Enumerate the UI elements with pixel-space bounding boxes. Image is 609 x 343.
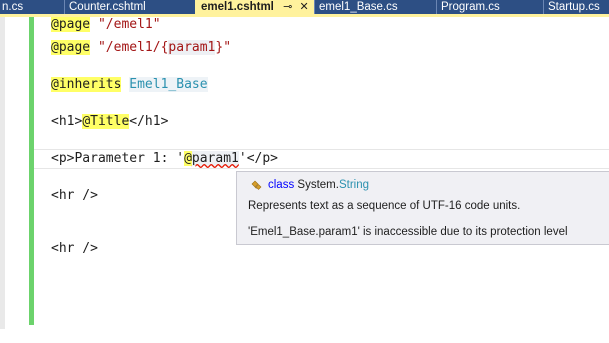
h1-open-tag: <h1> <box>51 114 83 129</box>
code-line-13[interactable]: <hr /> <box>51 239 98 259</box>
tab-n-cs[interactable]: n.cs <box>0 0 64 14</box>
pin-icon[interactable]: ⊸ <box>283 1 292 13</box>
close-icon[interactable]: ✕ <box>300 1 309 13</box>
tab-counter-cshtml[interactable]: Counter.cshtml <box>64 0 195 14</box>
tab-label: Program.cs <box>441 1 500 13</box>
base-class-name: Emel1_Base <box>129 77 208 92</box>
editor-gutter <box>0 17 5 329</box>
tab-label: Counter.cshtml <box>69 1 146 13</box>
keyword-class: class <box>268 179 295 191</box>
hr-tag: <hr /> <box>51 188 98 203</box>
route-string: "/emel1" <box>97 17 161 32</box>
tab-emel1-cshtml[interactable]: emel1.cshtml ⊸ ✕ <box>195 0 314 14</box>
p-close-tag: </p> <box>246 151 278 166</box>
tab-label: emel1_Base.cs <box>319 1 398 13</box>
type-namespace: System. <box>297 179 339 191</box>
tab-label: Startup.cs <box>548 1 600 13</box>
route-parameter: param1 <box>168 40 216 55</box>
type-name: String <box>338 179 369 191</box>
hr-tag: <hr /> <box>51 241 98 256</box>
quick-info-tooltip: class System.String Represents text as a… <box>236 171 609 245</box>
tab-emel1-base-cs[interactable]: emel1_Base.cs <box>314 0 436 14</box>
paragraph-text: Parameter 1: ' <box>74 151 185 166</box>
change-tracking-bar <box>29 17 34 325</box>
razor-page-directive: @page <box>51 17 91 32</box>
code-line-10[interactable]: <hr /> <box>51 186 98 206</box>
code-line-2[interactable]: @page "/emel1/{param1}" <box>51 38 231 58</box>
code-line-8[interactable]: <p>Parameter 1: '@param1'</p> <box>51 149 278 169</box>
razor-inherits-directive: @inherits <box>51 77 122 92</box>
h1-close-tag: </h1> <box>129 114 169 129</box>
code-line-4[interactable]: @inherits Emel1_Base <box>51 75 208 95</box>
code-line-1[interactable]: @page "/emel1" <box>51 15 161 35</box>
type-description: Represents text as a sequence of UTF-16 … <box>248 200 521 212</box>
razor-at-symbol: @ <box>184 151 192 166</box>
p-open-tag: <p> <box>51 151 75 166</box>
route-string: "/emel1/{ <box>97 40 169 55</box>
tab-label: n.cs <box>2 1 24 13</box>
code-line-6[interactable]: <h1>@Title</h1> <box>51 112 168 132</box>
class-icon <box>251 180 262 190</box>
tab-program-cs[interactable]: Program.cs <box>436 0 543 14</box>
error-message: 'Emel1_Base.param1' is inaccessible due … <box>248 226 568 238</box>
razor-page-directive: @page <box>51 40 91 55</box>
param1-reference[interactable]: param1 <box>191 151 239 166</box>
tab-startup-cs[interactable]: Startup.cs <box>543 0 609 14</box>
paragraph-quote: ' <box>238 151 247 166</box>
razor-title-expression: @Title <box>82 114 130 129</box>
type-signature: class System.String <box>268 179 369 191</box>
document-tab-bar: n.cs Counter.cshtml emel1.cshtml ⊸ ✕ eme… <box>0 0 609 14</box>
tab-label: emel1.cshtml <box>201 1 274 13</box>
route-string-end: }" <box>215 40 232 55</box>
